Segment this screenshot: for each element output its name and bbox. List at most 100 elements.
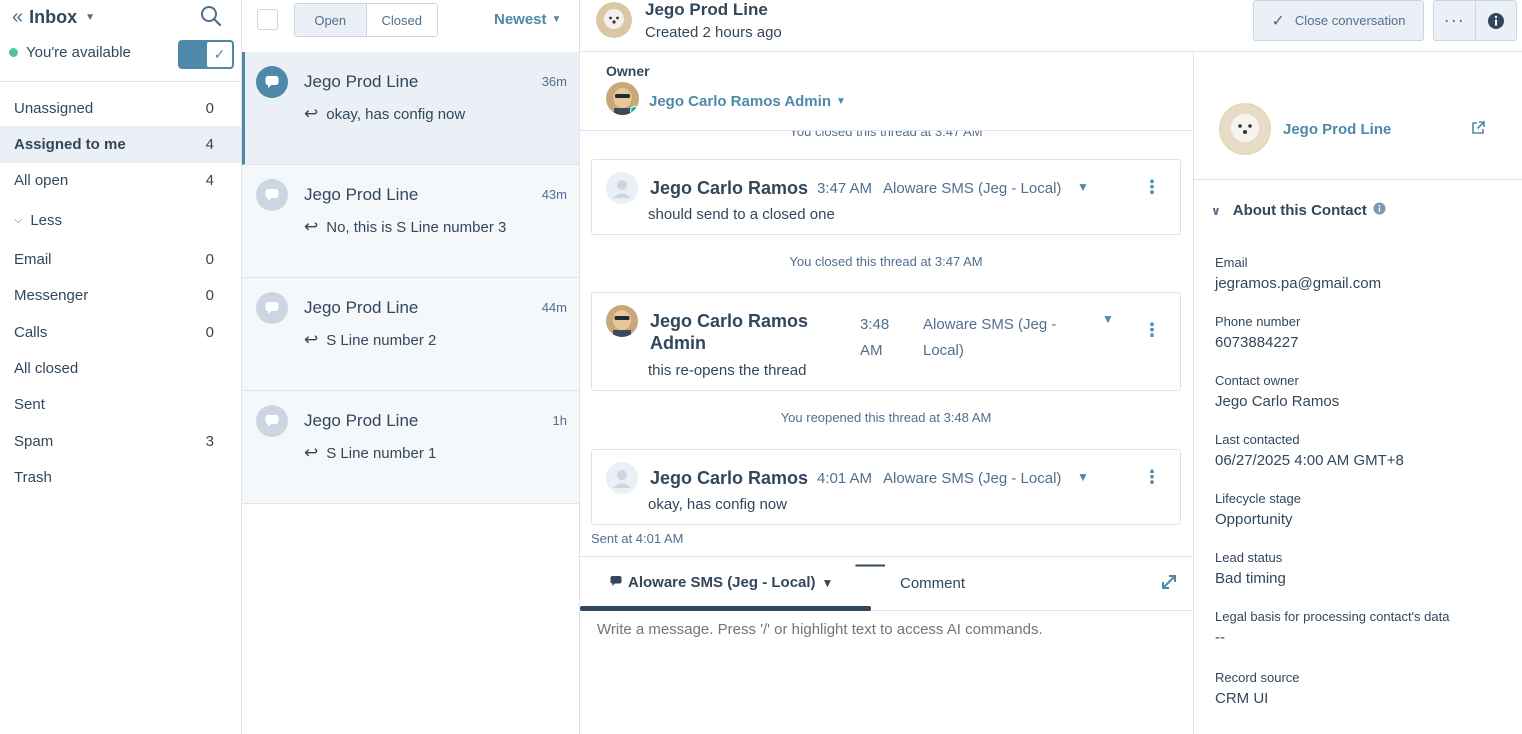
nav-item-calls[interactable]: Calls 0 <box>0 314 241 350</box>
channel-tab-label: Aloware SMS (Jeg - Local) <box>628 574 816 591</box>
nav-item-spam[interactable]: Spam 3 <box>0 423 241 459</box>
search-icon[interactable] <box>198 4 224 30</box>
chevron-down-icon: ⌵ <box>14 213 23 226</box>
conversation-item[interactable]: Jego Prod Line 43m ↩ No, this is S Line n… <box>242 165 579 278</box>
property-value[interactable]: jegramos.pa@gmail.com <box>1215 275 1515 292</box>
conversation-time: 44m <box>541 300 567 315</box>
owner-dropdown[interactable]: Jego Carlo Ramos Admin ▼ <box>649 93 846 110</box>
property-value[interactable]: Jego Carlo Ramos <box>1215 393 1515 410</box>
reply-icon: ↩ <box>304 104 319 123</box>
conversation-name: Jego Prod Line <box>304 411 419 430</box>
caret-down-icon: ▼ <box>85 12 96 23</box>
message-input[interactable] <box>597 621 1177 638</box>
comment-tab[interactable]: Comment <box>900 575 965 592</box>
nav-item-all-open[interactable]: All open 4 <box>0 163 241 199</box>
property-value[interactable]: Bad timing <box>1215 570 1515 587</box>
select-all-checkbox[interactable] <box>257 9 278 30</box>
nav-item-assigned-to-me[interactable]: Assigned to me 4 <box>0 126 241 163</box>
conversation-list: Open Closed Newest ▼ Jego Prod Line 36m … <box>242 0 580 734</box>
filter-closed-button[interactable]: Closed <box>367 4 438 36</box>
property-lifecycle-stage: Lifecycle stage Opportunity <box>1215 491 1515 550</box>
availability-toggle[interactable]: ✓ <box>178 40 234 69</box>
nav-label: Less <box>30 211 63 229</box>
caret-down-icon[interactable]: ▼ <box>1077 470 1089 484</box>
property-value[interactable]: Opportunity <box>1215 511 1515 528</box>
active-tab-indicator <box>580 606 871 611</box>
nav-item-trash[interactable]: Trash <box>0 460 241 496</box>
default-avatar-icon <box>606 172 638 204</box>
inbox-nav: Unassigned 0 Assigned to me 4 All open 4 ⌵ L… <box>0 90 241 496</box>
property-label: Lead status <box>1215 550 1283 565</box>
contact-header: Jego Prod Line <box>1194 52 1522 180</box>
close-conversation-label: Close conversation <box>1294 13 1406 28</box>
check-icon: ✓ <box>1271 12 1285 30</box>
conversation-snippet: ↩ No, this is S Line number 3 <box>304 217 506 237</box>
conversation-snippet: ↩ S Line number 2 <box>304 330 436 350</box>
conversation-item[interactable]: Jego Prod Line 1h ↩ S Line number 1 <box>242 391 579 504</box>
nav-item-sent[interactable]: Sent <box>0 387 241 423</box>
filter-open-button[interactable]: Open <box>295 4 367 36</box>
message-author: Jego Carlo Ramos <box>650 178 809 198</box>
more-options-button[interactable]: ··· <box>1434 1 1476 40</box>
message-text: okay, has config now <box>648 496 787 513</box>
nav-item-all-closed[interactable]: All closed <box>0 350 241 386</box>
nav-label: Spam <box>14 432 54 450</box>
message-options-icon[interactable]: ⋮ <box>1143 177 1161 198</box>
owner-name: Jego Carlo Ramos Admin <box>649 93 831 110</box>
sort-dropdown[interactable]: Newest ▼ <box>494 11 561 28</box>
collapse-sidebar-icon[interactable]: « <box>12 6 23 29</box>
inbox-selector[interactable]: « Inbox ▼ <box>12 6 95 29</box>
contact-name-link[interactable]: Jego Prod Line <box>1283 121 1391 138</box>
nav-count: 3 <box>205 432 214 450</box>
nav-item-unassigned[interactable]: Unassigned 0 <box>0 90 241 126</box>
expand-icon[interactable] <box>1160 573 1178 594</box>
nav-toggle-less[interactable]: ⌵ Less <box>0 199 241 241</box>
channel-tab[interactable]: Aloware SMS (Jeg - Local) ▼ <box>610 574 833 591</box>
property-label: Phone number <box>1215 314 1301 329</box>
caret-down-icon[interactable]: ▼ <box>1077 180 1089 194</box>
nav-label: Email <box>14 250 52 268</box>
contact-panel: Jego Prod Line ∨ About this Contact Emai… <box>1193 52 1522 734</box>
info-icon[interactable] <box>1476 1 1517 40</box>
availability-label: You're available <box>26 44 131 61</box>
nav-item-email[interactable]: Email 0 <box>0 241 241 277</box>
contact-properties: Email jegramos.pa@gmail.com Phone number 6… <box>1215 255 1515 729</box>
conversation-item[interactable]: Jego Prod Line 44m ↩ S Line number 2 <box>242 278 579 391</box>
system-note: You closed this thread at 3:47 AM <box>789 254 983 269</box>
nav-label: All closed <box>14 360 79 378</box>
info-icon[interactable] <box>1373 202 1386 219</box>
message-options-icon[interactable]: ⋮ <box>1143 467 1161 488</box>
close-conversation-button[interactable]: ✓ Close conversation <box>1253 0 1424 41</box>
property-label: Email <box>1215 255 1248 270</box>
property-record-source: Record source CRM UI <box>1215 670 1515 729</box>
owner-avatar <box>606 82 639 115</box>
thread-actions: ··· <box>1433 0 1517 41</box>
list-toolbar: Open Closed Newest ▼ <box>242 0 579 40</box>
owner-label: Owner <box>606 63 650 79</box>
thread-header: Jego Prod Line Created 2 hours ago ✓ Clo… <box>580 0 1522 52</box>
availability-status: You're available <box>9 44 131 61</box>
nav-label: Assigned to me <box>14 136 126 154</box>
message-time: 4:01 AM <box>817 470 873 487</box>
nav-label: Unassigned <box>14 99 94 117</box>
nav-item-messenger[interactable]: Messenger 0 <box>0 278 241 314</box>
owner-section: Owner Jego Carlo Ramos Admin ▼ <box>580 53 1192 131</box>
caret-down-icon[interactable]: ▼ <box>1102 312 1114 326</box>
conversation-name: Jego Prod Line <box>304 72 419 91</box>
conversation-item[interactable]: Jego Prod Line 36m ↩ okay, has config now <box>242 52 579 165</box>
property-value[interactable]: 6073884227 <box>1215 334 1515 351</box>
property-value[interactable]: -- <box>1215 629 1515 646</box>
message-options-icon[interactable]: ⋮ <box>1143 320 1161 341</box>
sidebar-header: « Inbox ▼ You're available ✓ <box>0 0 241 82</box>
property-value: 06/27/2025 4:00 AM GMT+8 <box>1215 452 1404 469</box>
check-icon: ✓ <box>206 41 233 68</box>
about-section-toggle[interactable]: ∨ About this Contact <box>1211 202 1386 219</box>
caret-down-icon: ▼ <box>551 14 562 25</box>
message-author: Jego Carlo Ramos Admin <box>650 311 809 353</box>
property-email: Email jegramos.pa@gmail.com <box>1215 255 1515 314</box>
reply-icon: ↩ <box>304 330 319 349</box>
external-link-icon[interactable] <box>1470 120 1486 139</box>
property-phone: Phone number 6073884227 <box>1215 314 1515 373</box>
nav-count: 4 <box>205 136 214 154</box>
conversation-time: 1h <box>552 413 567 428</box>
